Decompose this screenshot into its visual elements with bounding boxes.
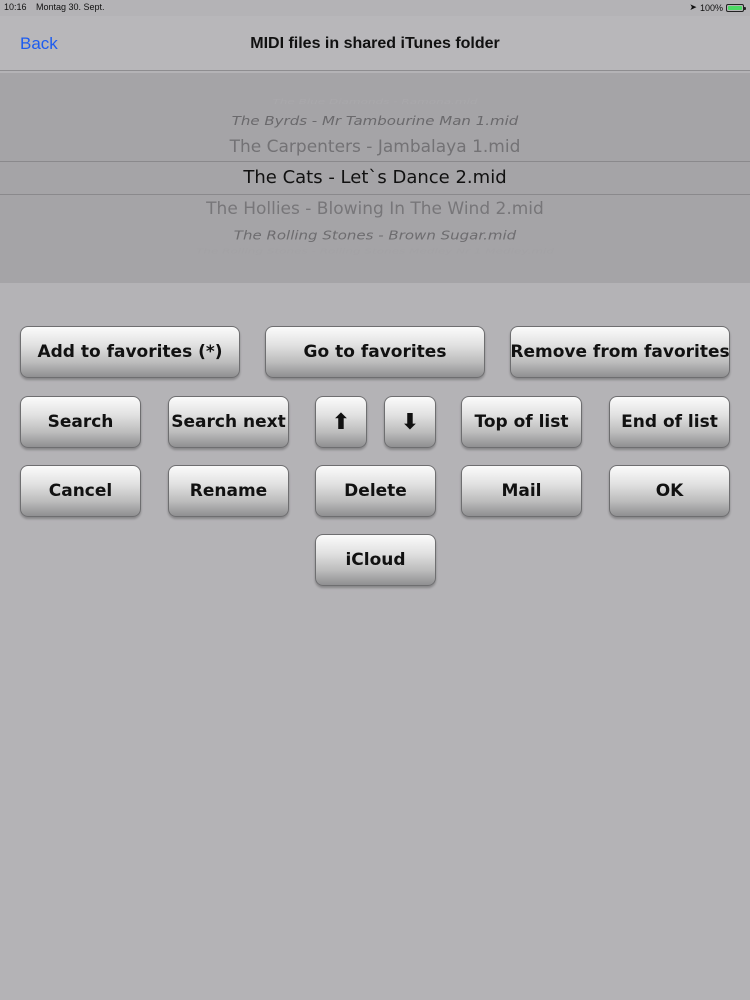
cancel-label: Cancel	[48, 481, 113, 501]
selection-top-line	[0, 161, 750, 162]
picker-item-selected[interactable]: The Cats - Let`s Dance 2.mid	[0, 167, 750, 188]
go-to-favorites-button[interactable]: Go to favorites	[265, 326, 485, 378]
rename-button[interactable]: Rename	[168, 465, 289, 517]
search-next-button[interactable]: Search next	[168, 396, 289, 448]
arrow-down-icon: ⬇	[400, 409, 420, 435]
search-next-label: Search next	[171, 412, 286, 432]
remove-from-favorites-button[interactable]: Remove from favorites	[510, 326, 730, 378]
arrow-up-icon: ⬆	[331, 409, 351, 435]
remove-from-favorites-label: Remove from favorites	[510, 342, 730, 362]
battery-icon	[726, 3, 746, 12]
picker-item[interactable]: The Rolling Stones - Rolling Stones Medl…	[0, 247, 750, 255]
search-button[interactable]: Search	[20, 396, 141, 448]
status-right: ➤ 100%	[689, 2, 746, 13]
add-to-favorites-label: Add to favorites (*)	[37, 342, 223, 362]
rename-label: Rename	[189, 481, 268, 501]
navigation-bar: Back MIDI files in shared iTunes folder	[0, 16, 750, 71]
delete-button[interactable]: Delete	[315, 465, 436, 517]
end-of-list-label: End of list	[621, 412, 718, 432]
battery-percent: 100%	[699, 2, 723, 13]
selection-bottom-line	[0, 194, 750, 195]
top-of-list-button[interactable]: Top of list	[461, 396, 582, 448]
cancel-button[interactable]: Cancel	[20, 465, 141, 517]
add-to-favorites-button[interactable]: Add to favorites (*)	[20, 326, 240, 378]
status-time: 10:16	[4, 2, 27, 12]
mail-label: Mail	[501, 481, 542, 501]
top-of-list-label: Top of list	[474, 412, 569, 432]
move-down-button[interactable]: ⬇	[384, 396, 436, 448]
location-icon: ➤	[689, 2, 697, 12]
status-date: Montag 30. Sept.	[36, 2, 105, 12]
end-of-list-button[interactable]: End of list	[609, 396, 730, 448]
status-bar: 10:16 Montag 30. Sept. ➤ 100%	[0, 0, 750, 16]
go-to-favorites-label: Go to favorites	[303, 342, 447, 362]
file-picker[interactable]: The Blue Diamonds - Ramona.mid The Byrds…	[0, 73, 750, 283]
search-label: Search	[47, 412, 114, 432]
ok-button[interactable]: OK	[609, 465, 730, 517]
icloud-button[interactable]: iCloud	[315, 534, 436, 586]
move-up-button[interactable]: ⬆	[315, 396, 367, 448]
icloud-label: iCloud	[345, 550, 406, 570]
delete-label: Delete	[344, 481, 407, 501]
picker-item[interactable]: The Byrds - Mr Tambourine Man 1.mid	[0, 113, 750, 128]
picker-item[interactable]: The Blue Diamonds - Ramona.mid	[0, 98, 750, 106]
ok-label: OK	[655, 481, 684, 501]
picker-item[interactable]: The Hollies - Blowing In The Wind 2.mid	[0, 199, 750, 219]
page-title: MIDI files in shared iTunes folder	[250, 35, 500, 52]
picker-item[interactable]: The Carpenters - Jambalaya 1.mid	[0, 137, 750, 157]
picker-item[interactable]: The Rolling Stones - Brown Sugar.mid	[0, 227, 750, 242]
mail-button[interactable]: Mail	[461, 465, 582, 517]
